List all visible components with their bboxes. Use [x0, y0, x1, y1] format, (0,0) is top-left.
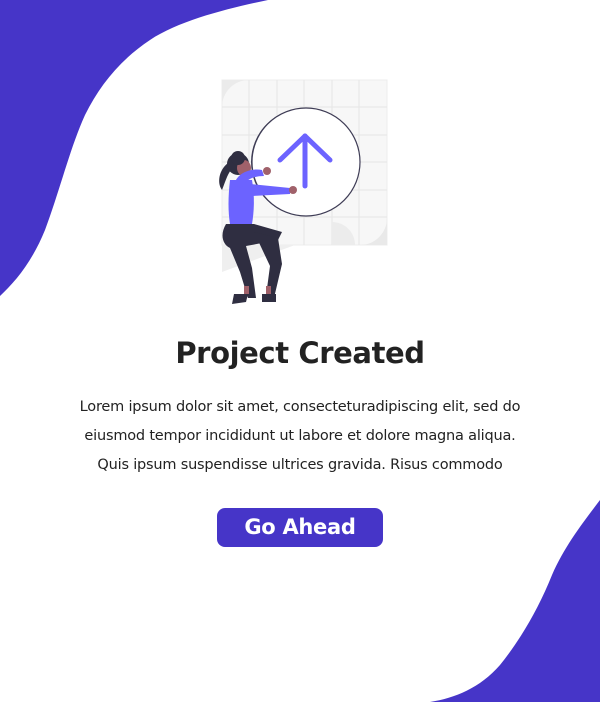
description-line: Lorem ipsum dolor sit amet, consectetura…	[79, 399, 521, 415]
description-line: Quis ipsum suspendisse ultrices gravida.…	[97, 457, 503, 473]
description-line: eiusmod tempor incididunt ut labore et d…	[84, 428, 516, 444]
description-text: Lorem ipsum dolor sit amet, consectetura…	[20, 393, 580, 480]
go-ahead-button[interactable]: Go Ahead	[217, 508, 383, 547]
upload-illustration	[219, 79, 388, 304]
page-title: Project Created	[175, 336, 425, 370]
project-created-screen: Project Created Lorem ipsum dolor sit am…	[0, 0, 600, 702]
